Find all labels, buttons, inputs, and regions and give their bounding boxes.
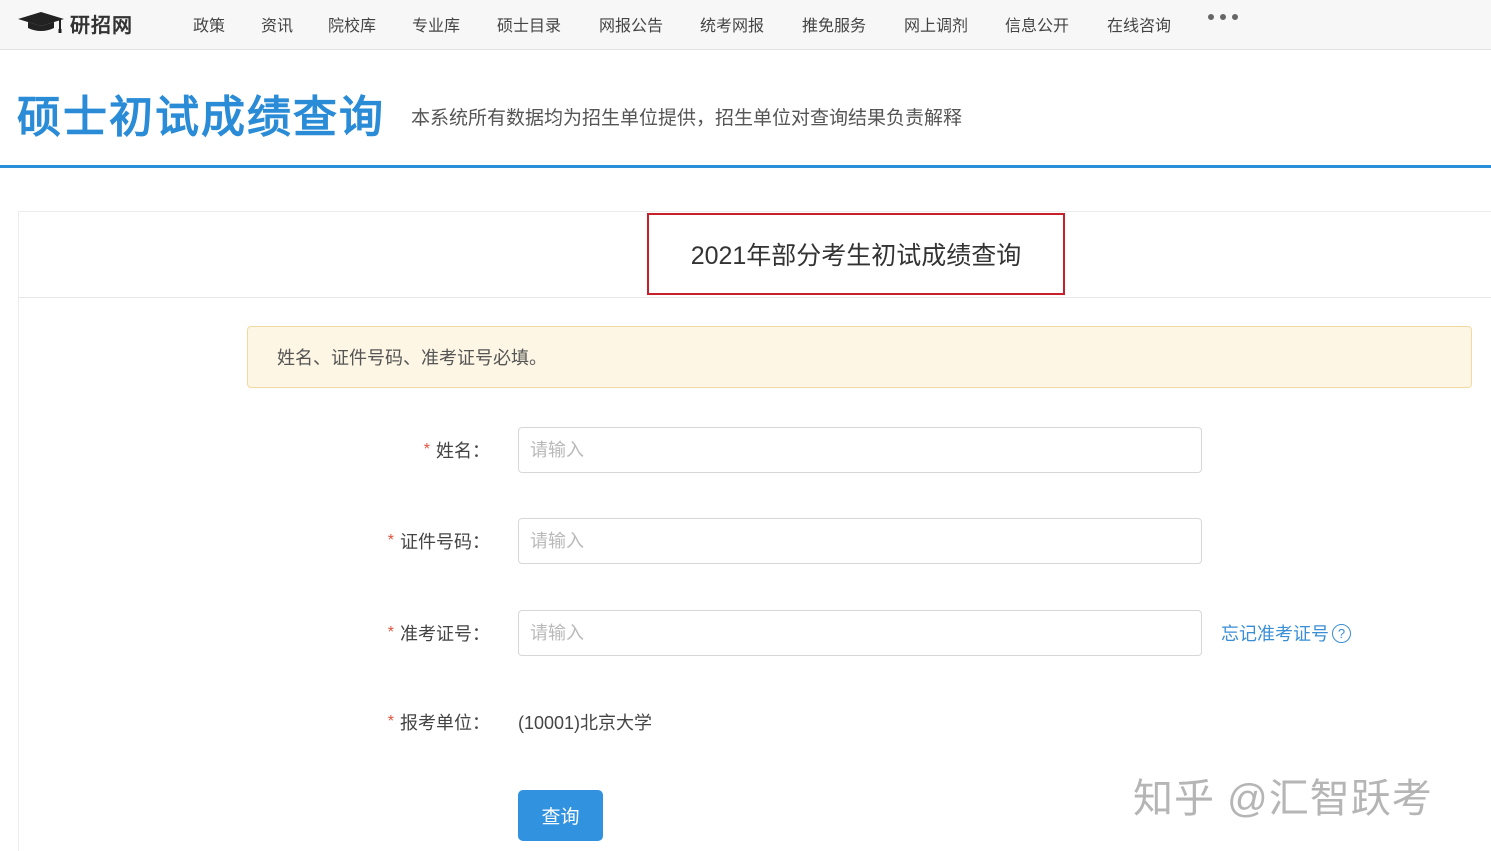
- required-fields-alert: 姓名、证件号码、准考证号必填。: [247, 326, 1472, 388]
- nav-item-schools[interactable]: 院校库: [328, 12, 376, 36]
- institution-label: * 报考单位：: [388, 699, 490, 745]
- nav-item-info-disclosure[interactable]: 信息公开: [1005, 12, 1069, 36]
- site-logo[interactable]: 研招网: [18, 8, 133, 38]
- required-mark: *: [424, 441, 430, 459]
- nav-item-majors[interactable]: 专业库: [412, 12, 460, 36]
- nav-item-news[interactable]: 资讯: [261, 12, 293, 36]
- alert-text: 姓名、证件号码、准考证号必填。: [277, 344, 547, 370]
- watermark: 知乎 @汇智跃考: [1133, 766, 1433, 824]
- form-row-institution: * 报考单位： (10001)北京大学: [19, 699, 1491, 745]
- nav-item-registration-notice[interactable]: 网报公告: [599, 12, 663, 36]
- card-title: 2021年部分考生初试成绩查询: [691, 236, 1022, 272]
- nav-item-recommendation[interactable]: 推免服务: [802, 12, 866, 36]
- card-header: 2021年部分考生初试成绩查询: [19, 212, 1491, 298]
- page-subtitle: 本系统所有数据均为招生单位提供，招生单位对查询结果负责解释: [411, 103, 962, 130]
- institution-value: (10001)北京大学: [518, 699, 652, 745]
- required-mark: *: [388, 713, 394, 731]
- form-row-exam-number: * 准考证号： 忘记准考证号 ?: [19, 610, 1491, 656]
- query-card: 2021年部分考生初试成绩查询 姓名、证件号码、准考证号必填。 * 姓名： * …: [18, 211, 1491, 851]
- exam-number-label: * 准考证号：: [388, 610, 490, 656]
- required-mark: *: [388, 624, 394, 642]
- required-mark: *: [388, 532, 394, 550]
- name-input[interactable]: [518, 427, 1202, 473]
- nav-item-online-consult[interactable]: 在线咨询: [1107, 12, 1171, 36]
- page-header: 硕士初试成绩查询 本系统所有数据均为招生单位提供，招生单位对查询结果负责解释: [0, 51, 1491, 168]
- page-title: 硕士初试成绩查询: [17, 81, 385, 145]
- question-circle-icon[interactable]: ?: [1332, 624, 1351, 643]
- nav-item-master-catalog[interactable]: 硕士目录: [497, 12, 561, 36]
- top-navigation-bar: 研招网 政策 资讯 院校库 专业库 硕士目录 网报公告 统考网报 推免服务 网上…: [0, 0, 1491, 50]
- highlight-box: 2021年部分考生初试成绩查询: [647, 213, 1065, 295]
- form-row-name: * 姓名：: [19, 427, 1491, 473]
- logo-text: 研招网: [70, 9, 133, 38]
- id-number-input[interactable]: [518, 518, 1202, 564]
- id-number-label: * 证件号码：: [388, 518, 490, 564]
- nav-item-adjustment[interactable]: 网上调剂: [904, 12, 968, 36]
- nav-item-policy[interactable]: 政策: [193, 12, 225, 36]
- query-button[interactable]: 查询: [518, 790, 603, 841]
- exam-number-input[interactable]: [518, 610, 1202, 656]
- name-label: * 姓名：: [424, 427, 490, 473]
- nav-item-exam-registration[interactable]: 统考网报: [700, 12, 764, 36]
- forgot-exam-number-link[interactable]: 忘记准考证号 ?: [1221, 610, 1351, 656]
- more-dots-icon[interactable]: [1208, 14, 1238, 20]
- graduation-cap-icon: [18, 11, 64, 35]
- form-row-id-number: * 证件号码：: [19, 518, 1491, 564]
